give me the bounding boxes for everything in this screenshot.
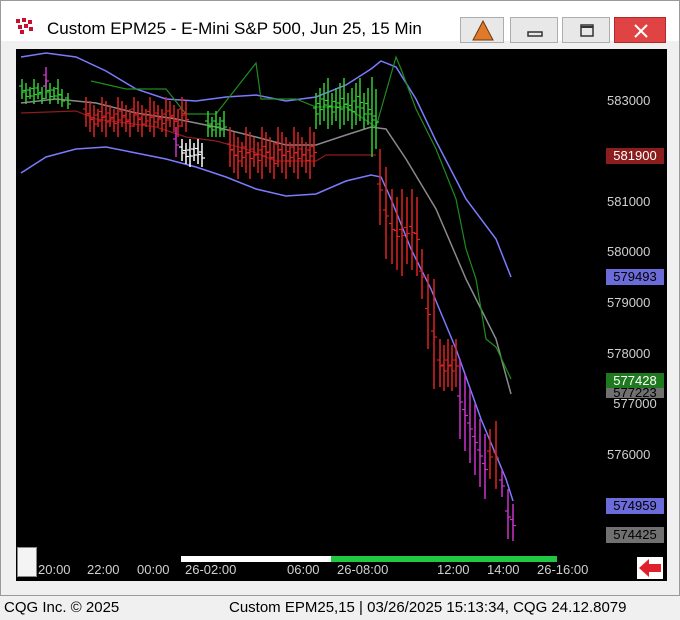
price-axis-label: 583000 [607, 93, 651, 108]
chart-status-text: Custom EPM25,15 | 03/26/2025 15:13:34, C… [229, 599, 627, 616]
price-badge-last: 574425 [606, 527, 664, 543]
price-axis-label: 581000 [607, 194, 651, 209]
price-badge-mid: 577223 [606, 388, 664, 398]
price-badge-upper-band: 579493 [606, 269, 664, 285]
price-axis-label: 577000 [606, 398, 664, 410]
lower-band-line [20, 146, 514, 502]
chart-window: Custom EPM25 - E-Mini S&P 500, Jun 25, 1… [0, 0, 680, 596]
status-bar: CQG Inc. © 2025 Custom EPM25,15 | 03/26/… [0, 596, 680, 620]
scroll-thumb[interactable] [17, 547, 37, 577]
time-axis-label: 26-08:00 [337, 562, 389, 577]
price-badge-lower-band: 574959 [606, 498, 664, 514]
time-axis-label: 26-16:00 [537, 562, 589, 577]
title-bar: Custom EPM25 - E-Mini S&P 500, Jun 25, 1… [1, 1, 679, 43]
arrow-left-icon[interactable] [637, 557, 663, 579]
cqg-app-icon [15, 17, 35, 35]
price-chart [19, 52, 516, 541]
price-axis-label: 576000 [607, 447, 651, 462]
window-title: Custom EPM25 - E-Mini S&P 500, Jun 25, 1… [47, 19, 422, 38]
price-badge-green-line: 577428 [606, 373, 664, 389]
time-axis-label: 00:00 [137, 562, 170, 577]
time-axis-label: 22:00 [87, 562, 120, 577]
price-badge-sar: 581900 [606, 148, 664, 164]
minimize-button[interactable] [510, 17, 558, 43]
copyright-text: CQG Inc. © 2025 [4, 599, 120, 616]
close-button[interactable] [614, 17, 666, 43]
chart-plot-area[interactable] [16, 49, 667, 581]
scroll-range-indicator[interactable] [331, 556, 557, 562]
price-axis-label: 579000 [607, 295, 651, 310]
maximize-icon [580, 24, 594, 37]
warning-triangle-icon [472, 19, 494, 41]
time-axis: 20:00 22:00 00:00 26-02:00 06:00 26-08:0… [16, 547, 667, 579]
close-icon [634, 24, 648, 38]
time-axis-label: 06:00 [287, 562, 320, 577]
alert-button[interactable] [460, 17, 504, 43]
maximize-button[interactable] [562, 17, 610, 43]
time-axis-label: 14:00 [487, 562, 520, 577]
price-axis-label: 578000 [607, 346, 651, 361]
time-axis-label: 20:00 [38, 562, 71, 577]
price-axis-label: 580000 [607, 244, 651, 259]
minimize-icon [527, 31, 543, 37]
time-axis-label: 26-02:00 [185, 562, 237, 577]
time-axis-label: 12:00 [437, 562, 470, 577]
